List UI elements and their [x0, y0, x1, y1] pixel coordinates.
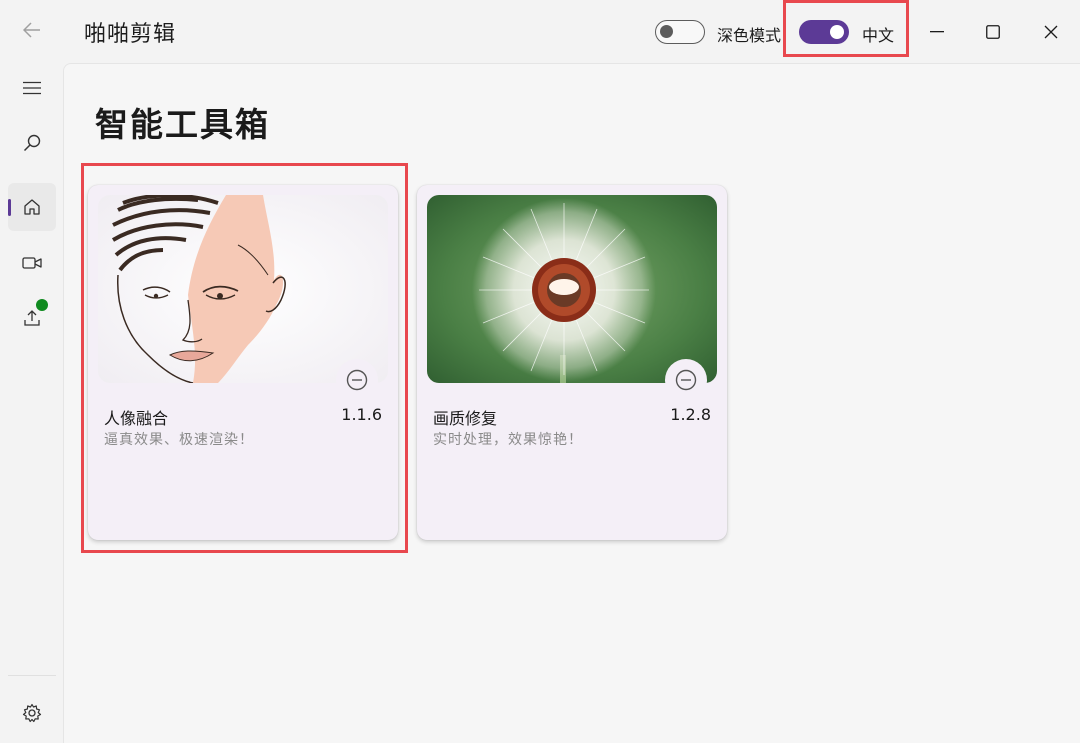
dandelion-photo-image: [427, 195, 717, 383]
title-bar: 啪啪剪辑 深色模式 中文: [0, 0, 1080, 62]
minimize-icon: [930, 31, 944, 33]
highlight-box: [81, 163, 408, 553]
sidebar-item-home[interactable]: [8, 183, 56, 231]
upload-icon: [24, 310, 40, 326]
highlight-box: [783, 0, 909, 57]
tool-card-quality-restore[interactable]: 画质修复 1.2.8 实时处理，效果惊艳！: [417, 185, 727, 540]
sidebar-item-video[interactable]: [8, 239, 56, 287]
sidebar-item-upload[interactable]: [8, 294, 56, 342]
home-icon: [24, 199, 40, 215]
sidebar-item-search[interactable]: [8, 119, 56, 167]
back-button[interactable]: [18, 16, 46, 44]
dark-mode-label: 深色模式: [717, 26, 782, 45]
arrow-left-icon: [23, 22, 40, 38]
sidebar-item-settings[interactable]: [8, 689, 56, 737]
card-description: 实时处理，效果惊艳！: [433, 432, 583, 448]
dark-mode-toggle[interactable]: [655, 20, 705, 44]
minimize-button[interactable]: [921, 16, 953, 48]
remove-button[interactable]: [665, 359, 707, 401]
page-title: 智能工具箱: [95, 105, 270, 144]
notification-badge: [36, 299, 48, 311]
active-indicator: [8, 199, 11, 216]
maximize-icon: [986, 25, 1000, 39]
minus-circle-icon: [675, 369, 697, 391]
gear-icon: [22, 703, 42, 723]
card-image: [427, 195, 717, 383]
close-button[interactable]: [1035, 16, 1067, 48]
video-icon: [22, 257, 42, 269]
card-version: 1.2.8: [670, 405, 711, 424]
toggle-knob: [660, 25, 673, 38]
card-title: 画质修复: [433, 409, 498, 428]
maximize-button[interactable]: [977, 16, 1009, 48]
menu-icon: [23, 81, 41, 95]
search-icon: [23, 134, 41, 152]
sidebar: [0, 62, 63, 743]
app-title: 啪啪剪辑: [84, 22, 177, 47]
close-icon: [1044, 25, 1058, 39]
sidebar-item-menu[interactable]: [8, 64, 56, 112]
sidebar-divider: [8, 675, 56, 676]
